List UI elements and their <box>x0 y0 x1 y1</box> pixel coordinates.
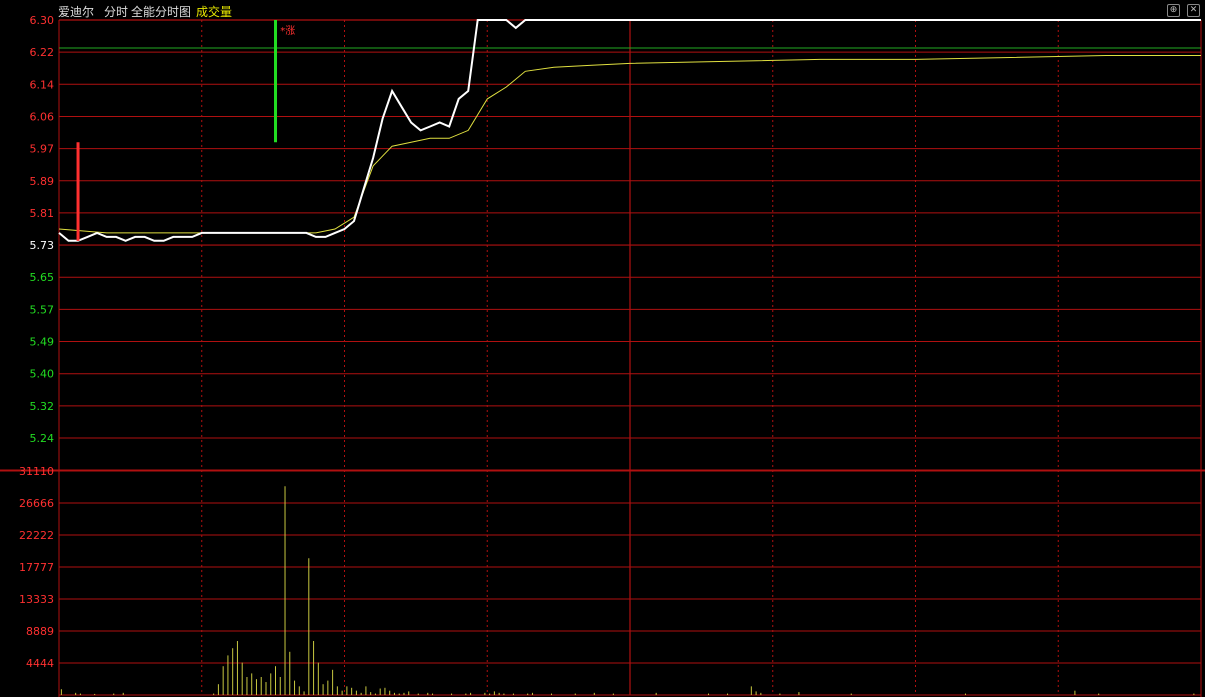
price-tick-label: 5.89 <box>30 175 55 188</box>
price-tick-label: 6.14 <box>30 78 55 91</box>
volume-tick-label: 13333 <box>19 593 54 606</box>
price-tick-label: 5.40 <box>30 368 55 381</box>
price-tick-label: 6.30 <box>30 14 55 27</box>
price-tick-label: 5.97 <box>30 143 55 156</box>
volume-tick-label: 26666 <box>19 497 54 510</box>
limit-up-annotation: *涨 <box>280 25 295 37</box>
volume-tick-label: 4444 <box>26 657 54 670</box>
price-tick-label: 5.73 <box>30 239 55 252</box>
price-tick-label: 5.81 <box>30 207 55 220</box>
price-tick-label: 5.24 <box>30 432 55 445</box>
price-tick-label: 5.57 <box>30 303 55 316</box>
price-tick-label: 5.49 <box>30 336 55 349</box>
price-tick-label: 5.32 <box>30 400 55 413</box>
volume-tick-label: 17777 <box>19 561 54 574</box>
intraday-chart[interactable]: 6.30 6.22 6.14 6.06 5.97 5.89 5.81 5.73 5.65 5.57… <box>0 0 1205 697</box>
price-tick-label: 6.06 <box>30 110 55 123</box>
volume-tick-label: 22222 <box>19 529 54 542</box>
price-tick-label: 5.65 <box>30 271 55 284</box>
volume-tick-label: 31110 <box>19 465 54 478</box>
price-tick-label: 6.22 <box>30 46 55 59</box>
volume-tick-label: 8889 <box>26 625 54 638</box>
